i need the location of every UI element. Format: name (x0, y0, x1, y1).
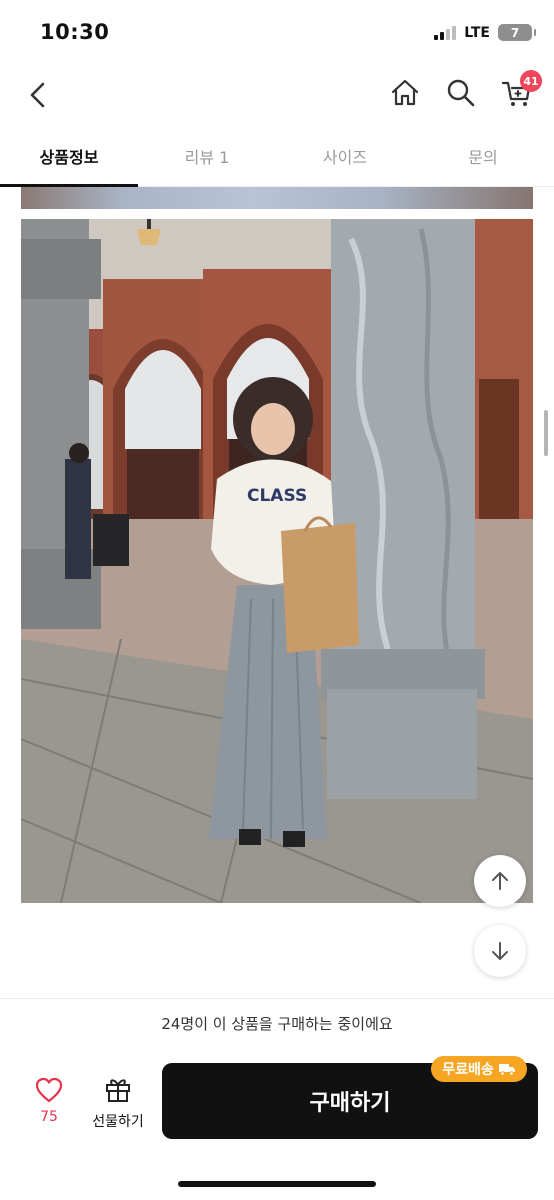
buyers-notice: 24명이 이 상품을 구매하는 중이에요 (0, 998, 554, 1048)
like-button[interactable]: 75 (24, 1077, 74, 1125)
search-icon (447, 79, 475, 107)
truck-icon (498, 1064, 515, 1076)
back-button[interactable] (22, 78, 56, 112)
product-photo: CLASS (21, 219, 533, 903)
tab-product-info[interactable]: 상품정보 (0, 126, 138, 187)
home-button[interactable] (388, 76, 422, 110)
tab-inquiry[interactable]: 문의 (414, 126, 552, 186)
scroll-indicator[interactable] (544, 410, 548, 456)
scroll-bottom-button[interactable] (474, 925, 526, 977)
network-type: LTE (464, 24, 490, 41)
status-indicators: LTE 7 (434, 24, 536, 41)
free-shipping-label: 무료배송 (442, 1062, 494, 1078)
cart-button[interactable]: 41 (500, 70, 542, 110)
tab-reviews[interactable]: 리뷰 1 (138, 126, 276, 186)
tab-size[interactable]: 사이즈 (276, 126, 414, 186)
previous-image-edge (21, 187, 533, 209)
scroll-top-button[interactable] (474, 855, 526, 907)
cart-count-badge: 41 (520, 70, 542, 92)
gift-label: 선물하기 (92, 1114, 144, 1130)
heart-icon (35, 1077, 63, 1103)
battery-level: 7 (510, 25, 520, 40)
search-button[interactable] (444, 76, 478, 110)
photo-shirt-print: CLASS (247, 486, 307, 506)
arrow-down-icon (492, 942, 508, 960)
product-tabs: 상품정보 리뷰 1 사이즈 문의 (0, 126, 554, 187)
free-shipping-badge: 무료배송 (431, 1056, 527, 1082)
product-detail-content: CLASS (0, 187, 554, 997)
signal-icon (434, 25, 457, 40)
gift-icon (106, 1079, 130, 1102)
arrow-up-icon (492, 872, 508, 890)
product-photo-illustration: CLASS (21, 219, 533, 903)
status-bar: 10:30 LTE 7 (0, 0, 554, 66)
top-nav: 41 (0, 66, 554, 126)
status-time: 10:30 (40, 20, 110, 44)
gift-button[interactable]: 선물하기 (88, 1075, 148, 1131)
home-indicator (178, 1181, 376, 1187)
battery-icon: 7 (498, 24, 536, 41)
back-icon (30, 82, 45, 108)
like-count: 75 (40, 1109, 58, 1125)
home-icon (391, 79, 419, 106)
